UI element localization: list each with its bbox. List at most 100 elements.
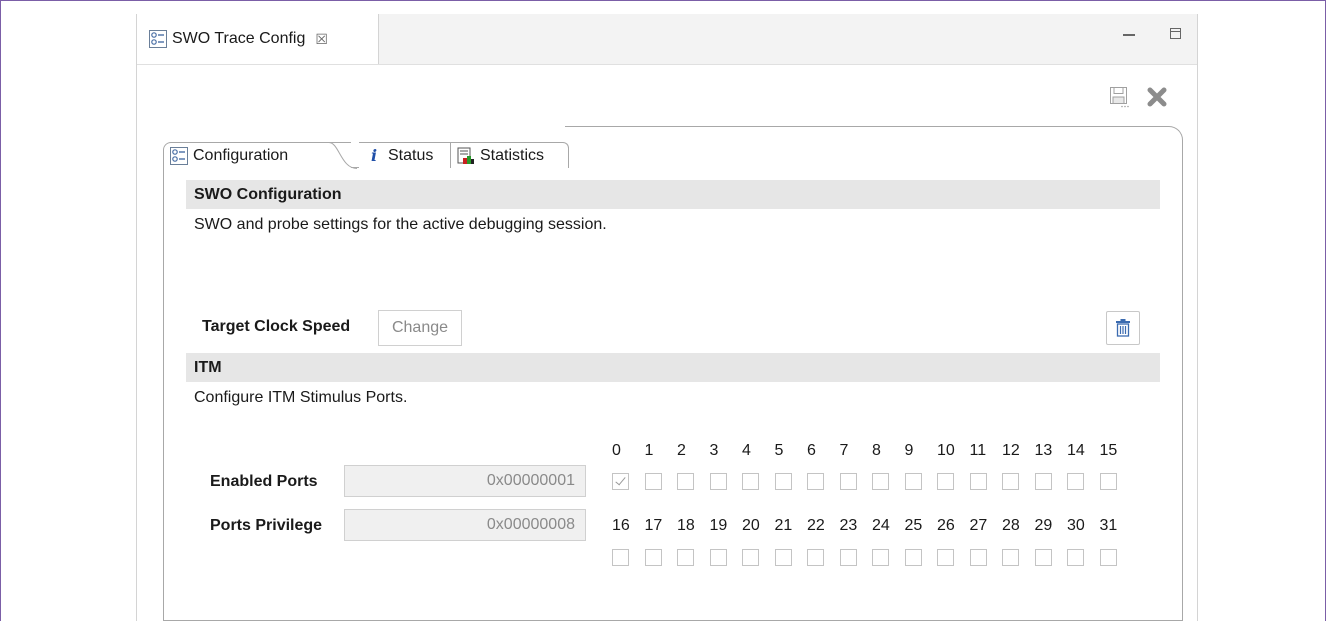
port-checkbox[interactable]	[1099, 473, 1117, 490]
tab-label: Status	[388, 146, 434, 164]
port-number-label: 27	[969, 517, 988, 534]
port-number-label: 19	[709, 517, 728, 534]
swo-trace-config-view: SWO Trace Config ☒ Configuration i Statu…	[136, 14, 1198, 621]
port-number-label: 17	[644, 517, 663, 534]
port-checkbox[interactable]	[969, 473, 987, 490]
port-number-label: 8	[872, 442, 881, 459]
port-number-label: 20	[742, 517, 760, 534]
port-checkbox[interactable]	[774, 473, 792, 490]
port-checkbox[interactable]	[807, 549, 824, 566]
tab-statistics[interactable]: Statistics	[451, 142, 569, 168]
port-number-label: 9	[904, 442, 914, 459]
port-number-label: 26	[937, 517, 955, 534]
port-checkbox[interactable]	[709, 473, 727, 490]
tab-label: Statistics	[480, 146, 545, 164]
port-checkbox[interactable]	[1067, 473, 1084, 490]
port-checkbox[interactable]	[742, 549, 759, 566]
enabled-ports-field[interactable]: 0x00000001	[344, 465, 586, 497]
port-checkbox[interactable]	[1002, 473, 1019, 490]
enabled-ports-label: Enabled Ports	[210, 473, 318, 490]
port-number-label: 23	[839, 517, 858, 534]
close-icon[interactable]: ☒	[315, 31, 328, 48]
port-checkbox[interactable]	[904, 549, 922, 566]
remove-icon[interactable]	[1146, 86, 1168, 108]
port-checkbox[interactable]	[872, 473, 889, 490]
port-checkbox[interactable]	[709, 549, 727, 566]
port-checkbox[interactable]	[1002, 549, 1019, 566]
port-checkbox[interactable]	[612, 473, 629, 490]
port-number-label: 10	[937, 442, 955, 459]
view-tab-swo-trace-config[interactable]: SWO Trace Config ☒	[137, 14, 379, 64]
port-number-label: 18	[677, 517, 695, 534]
config-icon	[170, 147, 188, 165]
swo-section-header: SWO Configuration	[186, 180, 1160, 209]
port-number-label: 22	[807, 517, 825, 534]
port-number-label: 15	[1099, 442, 1118, 459]
port-number-label: 12	[1002, 442, 1020, 459]
port-number-label: 25	[904, 517, 923, 534]
port-checkbox[interactable]	[904, 473, 922, 490]
port-checkboxes-row-1	[612, 473, 1132, 490]
port-number-label: 28	[1002, 517, 1020, 534]
port-checkbox[interactable]	[1067, 549, 1084, 566]
tab-curve	[323, 142, 357, 169]
port-checkbox[interactable]	[774, 549, 792, 566]
port-numbers-row-2: 16 17 18 19 20 21 22 23 24 25 26 27 28 29 30 31	[612, 517, 1132, 535]
itm-section-header: ITM	[186, 353, 1160, 382]
maximize-icon[interactable]	[1170, 28, 1181, 39]
port-number-label: 29	[1034, 517, 1053, 534]
target-clock-speed-label: Target Clock Speed	[202, 318, 351, 335]
ports-privilege-field[interactable]: 0x00000008	[344, 509, 586, 541]
port-number-label: 3	[709, 442, 719, 459]
port-checkbox[interactable]	[937, 473, 954, 490]
port-number-label: 2	[677, 442, 686, 459]
trash-button[interactable]	[1106, 311, 1140, 345]
port-number-label: 5	[774, 442, 784, 459]
view-title: SWO Trace Config	[172, 30, 306, 47]
port-checkbox[interactable]	[839, 549, 857, 566]
swo-description: SWO and probe settings for the active de…	[194, 216, 607, 233]
port-number-label: 21	[774, 517, 793, 534]
port-checkbox[interactable]	[807, 473, 824, 490]
port-checkbox[interactable]	[969, 549, 987, 566]
change-clock-button[interactable]: Change	[378, 310, 462, 346]
save-icon[interactable]	[1109, 86, 1129, 108]
port-number-label: 13	[1034, 442, 1053, 459]
port-number-label: 30	[1067, 517, 1085, 534]
minimize-icon[interactable]	[1123, 34, 1135, 36]
port-checkbox[interactable]	[677, 549, 694, 566]
port-checkbox[interactable]	[1034, 473, 1052, 490]
port-number-label: 24	[872, 517, 890, 534]
view-tab-bar: SWO Trace Config ☒	[137, 14, 1197, 65]
config-icon	[149, 30, 167, 48]
tab-status[interactable]: i Status	[359, 142, 451, 168]
port-number-label: 6	[807, 442, 816, 459]
port-checkbox[interactable]	[644, 473, 662, 490]
port-checkbox[interactable]	[872, 549, 889, 566]
port-checkbox[interactable]	[644, 549, 662, 566]
port-number-label: 1	[644, 442, 654, 459]
info-icon: i	[370, 145, 378, 165]
statistics-icon	[457, 147, 474, 164]
port-checkbox[interactable]	[1099, 549, 1117, 566]
ports-privilege-label: Ports Privilege	[210, 517, 323, 534]
port-number-label: 16	[612, 517, 630, 534]
port-checkbox[interactable]	[839, 473, 857, 490]
port-checkbox[interactable]	[612, 549, 629, 566]
port-number-label: 11	[969, 442, 987, 459]
port-checkbox[interactable]	[677, 473, 694, 490]
trash-icon	[1116, 319, 1130, 337]
port-checkbox[interactable]	[1034, 549, 1052, 566]
config-tab-folder: Configuration i Status Statistics SWO Co…	[163, 126, 1183, 621]
port-checkbox[interactable]	[742, 473, 759, 490]
port-number-label: 4	[742, 442, 751, 459]
port-number-label: 14	[1067, 442, 1085, 459]
tab-header-background	[565, 126, 1183, 168]
port-numbers-row-1: 0 1 2 3 4 5 6 7 8 9 10 11 12 13 14 15	[612, 442, 1132, 460]
tab-label: Configuration	[193, 147, 289, 164]
port-number-label: 31	[1099, 517, 1118, 534]
port-checkbox[interactable]	[937, 549, 954, 566]
port-number-label: 0	[612, 442, 621, 459]
itm-description: Configure ITM Stimulus Ports.	[194, 389, 408, 406]
tab-folder-border: SWO Configuration SWO and probe settings…	[163, 168, 1183, 621]
